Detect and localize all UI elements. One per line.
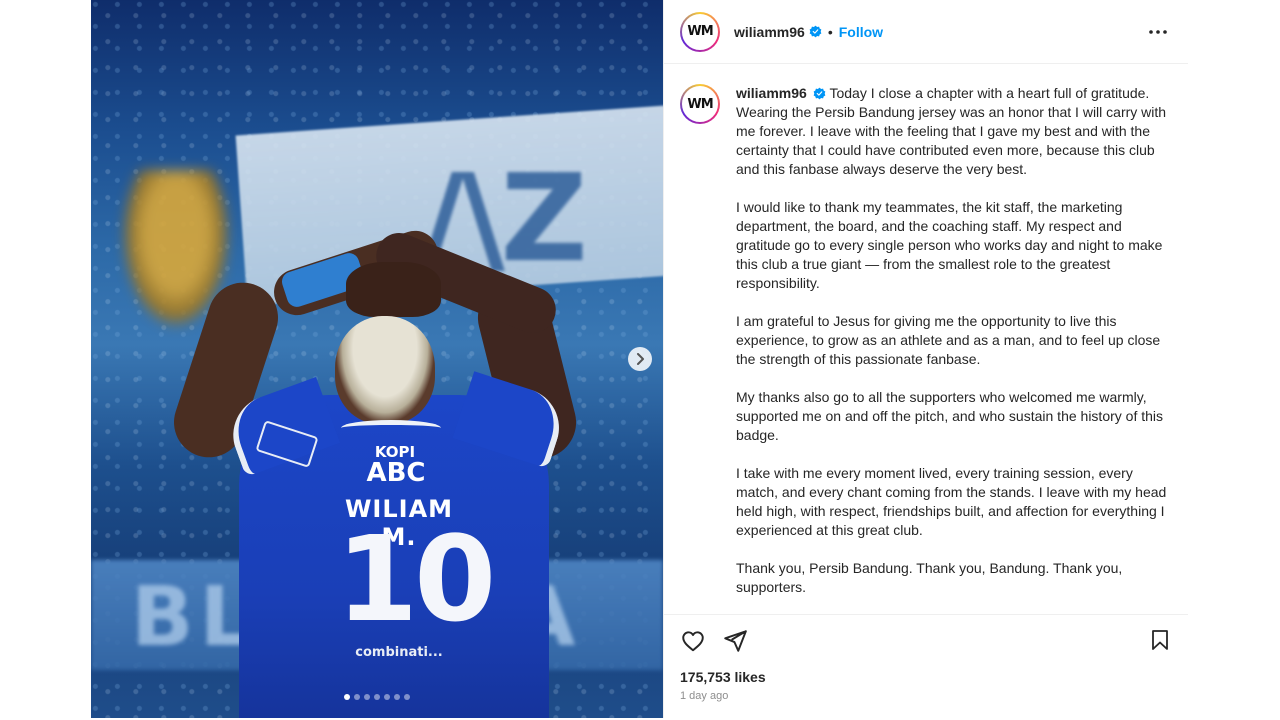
chevron-right-icon xyxy=(637,353,644,365)
more-options-button[interactable] xyxy=(1148,22,1168,42)
carousel-dot xyxy=(404,694,410,700)
post-actions-bar xyxy=(664,615,1188,667)
player-photo: KOPI ABC WILIAM M. 10 combinati... xyxy=(91,0,663,718)
jersey-number: 10 xyxy=(336,510,496,648)
carousel-dot xyxy=(394,694,400,700)
jersey-sponsor-main: ABC xyxy=(366,458,426,488)
carousel-dot xyxy=(384,694,390,700)
carousel-dot xyxy=(364,694,370,700)
carousel-dot xyxy=(354,694,360,700)
like-count[interactable]: 175,753 likes xyxy=(664,669,1188,685)
verified-badge-icon xyxy=(813,87,826,100)
player-head xyxy=(335,316,435,424)
caption-paragraph: I am grateful to Jesus for giving me the… xyxy=(736,313,1161,367)
instagram-post: /\Z BLJI UDA KOPI ABC WILIAM M. 10 combi… xyxy=(91,0,1188,718)
carousel-dot xyxy=(374,694,380,700)
paper-plane-icon xyxy=(724,630,747,652)
caption-text: wiliamm96 Today I close a chapter with a… xyxy=(736,84,1172,614)
caption-paragraph: My thanks also go to all the supporters … xyxy=(736,389,1164,443)
post-header: WM wiliamm96 • Follow xyxy=(664,0,1188,64)
post-timestamp[interactable]: 1 day ago xyxy=(664,690,1188,702)
post-media-carousel[interactable]: /\Z BLJI UDA KOPI ABC WILIAM M. 10 combi… xyxy=(91,0,663,718)
caption-avatar-logo: WM xyxy=(682,86,718,122)
heart-icon xyxy=(682,631,704,652)
post-caption: WM wiliamm96 Today I close a chapter wit… xyxy=(680,84,1172,614)
player-hands xyxy=(346,262,441,317)
caption-paragraph: I take with me every moment lived, every… xyxy=(736,465,1167,538)
follow-button[interactable]: Follow xyxy=(839,24,883,40)
caption-paragraph: Thank you, Persib Bandung. Thank you, Ba… xyxy=(736,560,1123,595)
like-button[interactable] xyxy=(680,628,706,654)
jersey-sponsor-bottom: combinati... xyxy=(355,645,443,660)
more-options-icon xyxy=(1149,30,1167,34)
verified-badge-icon xyxy=(809,25,822,38)
caption-avatar[interactable]: WM xyxy=(680,84,720,124)
caption-paragraph: wiliamm96 Today I close a chapter with a… xyxy=(736,84,1172,179)
save-button[interactable] xyxy=(1148,628,1172,652)
bookmark-icon xyxy=(1152,630,1168,650)
carousel-dot xyxy=(344,694,350,700)
header-username[interactable]: wiliamm96 xyxy=(734,24,805,40)
comments-section[interactable]: WM wiliamm96 Today I close a chapter wit… xyxy=(664,64,1188,615)
caption-username[interactable]: wiliamm96 xyxy=(736,85,807,101)
header-separator: • xyxy=(827,23,833,40)
caption-paragraph: I would like to thank my teammates, the … xyxy=(736,199,1163,291)
avatar-logo: WM xyxy=(682,13,718,50)
jersey-collar xyxy=(341,420,441,436)
carousel-next-button[interactable] xyxy=(628,347,652,371)
carousel-indicator xyxy=(91,694,663,700)
avatar[interactable]: WM xyxy=(680,11,720,52)
post-side-panel: WM wiliamm96 • Follow WM wiliamm96 Today… xyxy=(663,0,1188,718)
share-button[interactable] xyxy=(722,628,748,654)
